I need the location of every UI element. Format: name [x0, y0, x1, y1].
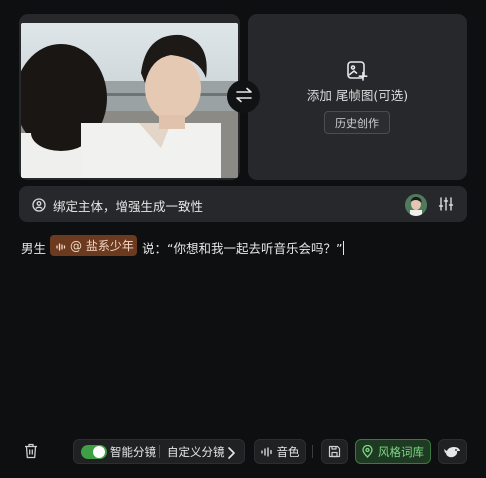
- divider: [159, 445, 160, 458]
- save-icon: [328, 445, 341, 458]
- bind-subject-label: 绑定主体，增强生成一致性: [53, 199, 204, 214]
- prompt-subject-text: 男生: [21, 241, 47, 256]
- prompt-dialogue-text[interactable]: 说：“你想和我一起去听音乐会吗？”: [142, 238, 345, 257]
- voice-chip-label: @ 盐系少年: [70, 239, 134, 253]
- toggle-knob: [93, 446, 105, 458]
- timbre-button[interactable]: 音色: [254, 439, 306, 464]
- chevron-right-icon[interactable]: [226, 445, 236, 459]
- first-frame-image: [21, 23, 238, 178]
- save-button[interactable]: [321, 439, 348, 464]
- swap-icon: [235, 87, 253, 107]
- trash-icon[interactable]: [24, 443, 38, 459]
- swap-frames-button[interactable]: [227, 80, 260, 113]
- audio-wave-icon: [260, 446, 272, 457]
- audio-wave-icon: [56, 241, 66, 251]
- prompt-dialogue-content: 说：“你想和我一起去听音乐会吗？”: [142, 241, 343, 256]
- add-last-frame-label: 添加 尾帧图(可选): [306, 88, 409, 103]
- settings-sliders-icon[interactable]: [438, 196, 454, 212]
- assistant-button[interactable]: [438, 439, 467, 464]
- first-frame-panel[interactable]: [19, 14, 240, 180]
- subject-icon: [32, 197, 46, 212]
- smart-storyboard-label: 智能分镜: [110, 445, 156, 459]
- text-caret: [343, 241, 345, 255]
- subject-avatar[interactable]: [405, 194, 427, 216]
- style-library-label: 风格词库: [378, 444, 424, 459]
- location-pin-icon: [362, 445, 373, 458]
- add-image-icon[interactable]: [346, 60, 368, 82]
- custom-storyboard-button[interactable]: 自定义分镜: [167, 444, 225, 460]
- style-library-button[interactable]: 风格词库: [355, 439, 431, 464]
- bird-mascot-icon: [443, 446, 460, 457]
- divider: [312, 445, 313, 458]
- voice-chip[interactable]: @ 盐系少年: [50, 235, 137, 256]
- timbre-label: 音色: [276, 444, 300, 459]
- history-creations-button[interactable]: 历史创作: [324, 111, 390, 134]
